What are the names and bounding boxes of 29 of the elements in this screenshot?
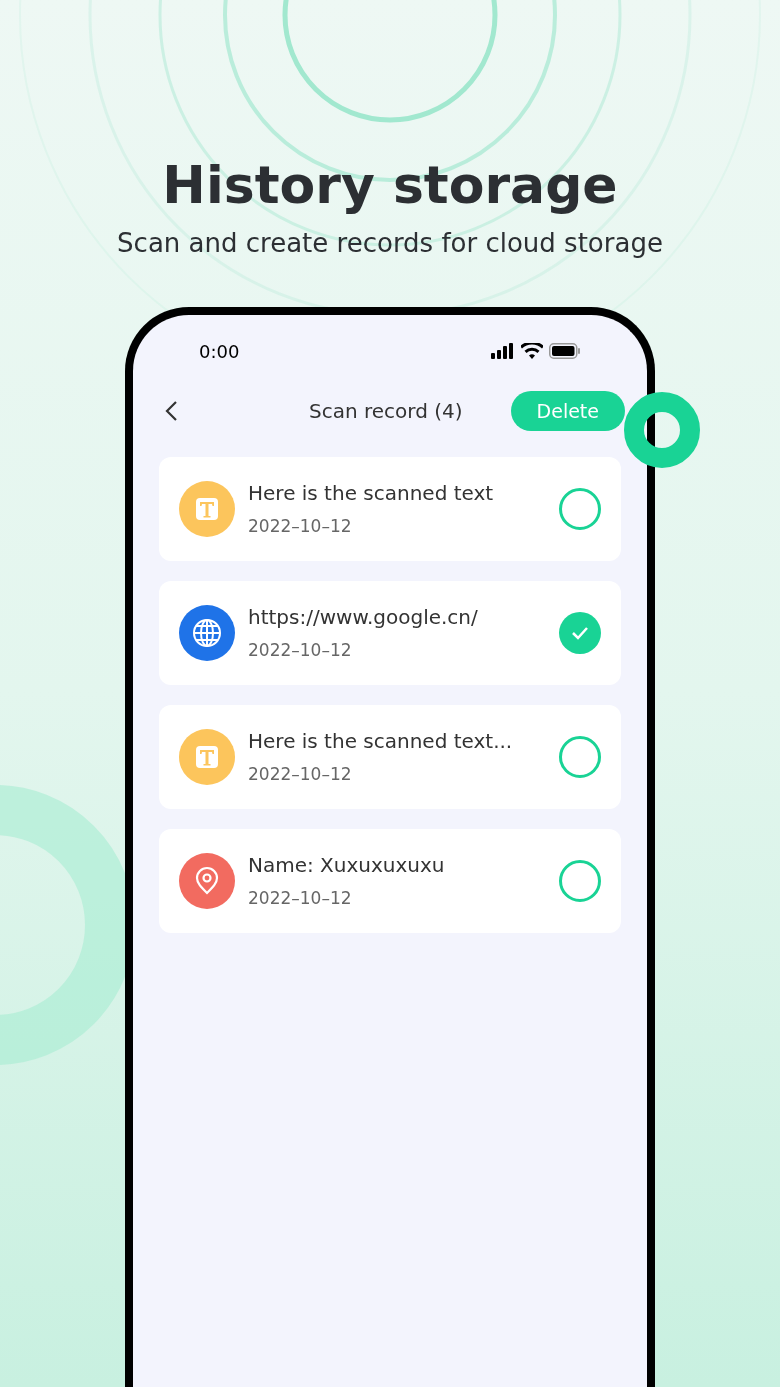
select-checkbox[interactable] <box>559 612 601 654</box>
record-card[interactable]: Name: Xuxuxuxuxu 2022–10–12 <box>159 829 621 933</box>
headline: History storage <box>162 154 618 217</box>
text-icon <box>179 481 235 537</box>
record-date: 2022–10–12 <box>248 639 353 663</box>
globe-icon <box>179 605 235 661</box>
signal-icon <box>491 343 515 359</box>
record-date: 2022–10–12 <box>248 515 353 539</box>
subtitle: Scan and create records for cloud storage <box>117 227 663 260</box>
battery-icon <box>549 343 581 359</box>
record-title: Name: Xuxuxuxuxu <box>248 852 446 880</box>
select-checkbox[interactable] <box>559 860 601 902</box>
text-icon <box>179 729 235 785</box>
select-checkbox[interactable] <box>559 736 601 778</box>
record-card[interactable]: Here is the scanned text 2022–10–12 <box>159 457 621 561</box>
record-card[interactable]: https://www.google.cn/ 2022–10–12 <box>159 581 621 685</box>
back-icon <box>164 400 178 422</box>
screen-title: Scan record (4) <box>309 398 463 425</box>
select-checkbox[interactable] <box>559 488 601 530</box>
record-date: 2022–10–12 <box>248 887 353 911</box>
check-icon <box>571 626 589 640</box>
status-time: 0:00 <box>199 339 240 364</box>
record-title: Here is the scanned text <box>248 480 495 508</box>
wifi-icon <box>521 343 543 359</box>
location-pin-icon <box>179 853 235 909</box>
record-date: 2022–10–12 <box>248 763 353 787</box>
record-title: https://www.google.cn/ <box>248 604 479 632</box>
record-title: Here is the scanned text... <box>248 728 514 756</box>
record-card[interactable]: Here is the scanned text... 2022–10–12 <box>159 705 621 809</box>
